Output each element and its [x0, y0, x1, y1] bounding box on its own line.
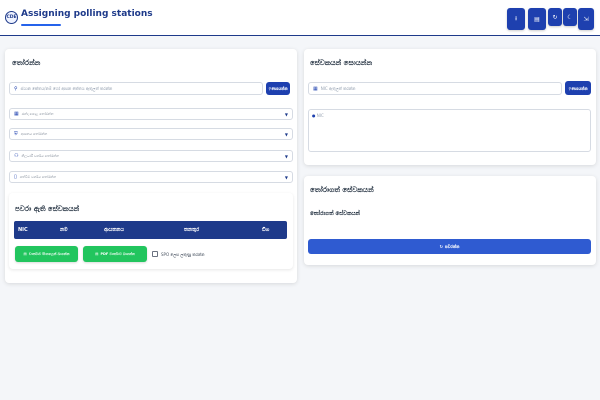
selected-workers-subtitle: තෝරාගත් සේවකයන් [310, 211, 361, 217]
assign-button[interactable]: ↻ පවරන්න [308, 239, 591, 254]
theme-button[interactable]: ☾ [563, 8, 577, 26]
id-card-icon: ▦ [313, 85, 318, 92]
spo-checkbox-row[interactable]: SPO ලෙස ලකුණු කරන්න [152, 251, 205, 257]
station-search-button-label: සොයන්න [271, 86, 288, 91]
download-button[interactable]: ⭳ [507, 8, 525, 30]
document-icon: ▤ [534, 15, 540, 23]
column-header-position: තනතුර [184, 227, 200, 233]
worker-search-title: සේවකයන් සොයන්න [310, 59, 373, 67]
chevron-down-icon: ▼ [284, 175, 288, 180]
users-icon: ⚇ [14, 153, 19, 159]
station-search-placeholder: ස්ථාන කේතය/නම් හෝ ආසන කේතය ඇතුලත් කරන්න [20, 86, 113, 91]
phone-icon: ▯ [14, 174, 17, 180]
column-header-name: නම [60, 227, 68, 233]
chevron-down-icon: ▼ [284, 154, 288, 159]
assigned-workers-title: පවරා ඇති සේවකයන් [15, 205, 80, 213]
nic-search-placeholder: NIC ඇතුලත් කරන්න [320, 86, 356, 91]
document-button[interactable]: ▤ [528, 8, 546, 30]
column-header-action: ඩීග [262, 227, 270, 233]
assigned-table-header: NIC නම ආයතනය තනතුර ඩීග [14, 221, 287, 239]
download-icon: ⭳ [514, 15, 518, 22]
nic-search-button-label: සොයන්න [571, 85, 588, 91]
top-bar: CDE Assigning polling stations ⭳ ▤ ↻ ☾ ⇲ [0, 0, 600, 36]
refresh-icon: ↻ [552, 13, 558, 21]
column-header-institution: ආයතනය [104, 227, 124, 233]
seat-select[interactable]: ⛨ ආසනය තෝරන්න ▼ [9, 128, 293, 140]
station-search-button[interactable]: ⚲ සොයන්න [266, 82, 290, 95]
spo-checkbox-label: SPO ලෙස ලකුණු කරන්න [161, 251, 205, 257]
building-icon: ▦ [14, 111, 19, 117]
download-sinhala-report-button[interactable]: ▤ වාර්තාව සිංහලෙන් බාගන්න [15, 246, 78, 262]
logout-button[interactable]: ⇲ [578, 8, 594, 30]
selected-workers-title: තෝරාගත් සේවකයන් [310, 186, 374, 194]
nic-list-placeholder: NIC [316, 113, 324, 118]
download-pdf-report-button[interactable]: ▤ PDF වාර්තාව බාගන්න [83, 246, 147, 262]
station-search-input[interactable]: ⚲ ස්ථාන කේතය/නම් හෝ ආසන කේතය ඇතුලත් කරන්… [9, 82, 263, 95]
appointment-type-select-value: පත්වීම් වර්ගය තෝරන්න [19, 175, 57, 179]
shield-icon: ⛨ [14, 131, 18, 137]
title-underline [21, 24, 61, 26]
polling-station-select-value: ඡන්ද පොළ තෝරන්න [21, 112, 54, 116]
polling-station-select[interactable]: ▦ ඡන්ද පොළ තෝරන්න ▼ [9, 108, 293, 120]
file-icon: ▤ [23, 252, 27, 256]
officer-type-select[interactable]: ⚇ නිලධාරී වර්ගය තෝරන්න ▼ [9, 150, 293, 162]
seat-select-value: ආසනය තෝරන්න [20, 132, 48, 136]
search-icon: ⚲ [14, 85, 18, 92]
appointment-type-select[interactable]: ▯ පත්වීම් වර්ගය තෝරන්න ▼ [9, 171, 293, 183]
download-sinhala-report-label: වාර්තාව සිංහලෙන් බාගන්න [28, 252, 70, 256]
nic-search-input[interactable]: ▦ NIC ඇතුලත් කරන්න [308, 82, 562, 95]
assign-icon: ↻ [439, 244, 443, 249]
app-logo: CDE [5, 11, 18, 24]
nic-list-textarea[interactable]: ● NIC [308, 109, 591, 152]
selection-card-title: තෝරන්න [12, 59, 41, 67]
spo-checkbox[interactable] [152, 251, 158, 257]
column-header-nic: NIC [18, 227, 28, 233]
file-icon: ▤ [95, 252, 99, 256]
chevron-down-icon: ▼ [284, 112, 288, 117]
assign-button-label: පවරන්න [444, 244, 460, 249]
moon-icon: ☾ [567, 13, 573, 21]
refresh-button[interactable]: ↻ [548, 8, 562, 26]
chevron-down-icon: ▼ [284, 132, 288, 137]
nic-search-button[interactable]: ⚲ සොයන්න [565, 81, 591, 95]
info-icon: ● [312, 113, 316, 118]
logout-icon: ⇲ [583, 15, 589, 23]
officer-type-select-value: නිලධාරී වර්ගය තෝරන්න [21, 154, 59, 158]
page-title: Assigning polling stations [21, 9, 153, 19]
download-pdf-report-label: PDF වාර්තාව බාගන්න [100, 252, 135, 256]
